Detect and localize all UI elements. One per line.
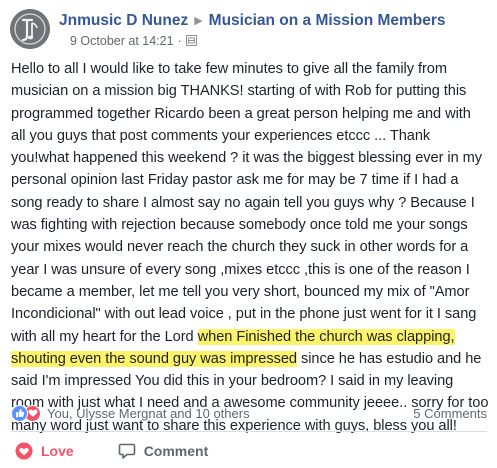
comment-button[interactable]: Comment	[118, 442, 209, 460]
comment-button-label: Comment	[143, 443, 209, 459]
like-icon	[11, 404, 28, 422]
avatar[interactable]	[10, 9, 50, 49]
comment-count[interactable]: 5 Comments	[413, 406, 487, 421]
post-body-text: Hello to all I would like to take few mi…	[11, 61, 483, 345]
jnmusic-logo-icon	[10, 9, 50, 49]
post-card: Jnmusic D Nunez ▶ Musician on a Mission Me…	[0, 0, 497, 468]
reactions-bar: You, Ulysse Mergnat and 10 others 5 Comm…	[11, 402, 487, 424]
author-line: Jnmusic D Nunez ▶ Musician on a Mission Me…	[59, 12, 446, 30]
caret-right-icon: ▶	[194, 15, 203, 27]
divider	[11, 431, 487, 432]
love-button[interactable]: Love	[15, 442, 74, 460]
post-meta: 9 October at 14:21 ·	[70, 34, 197, 48]
post-header: Jnmusic D Nunez ▶ Musician on a Mission Me…	[10, 9, 490, 53]
author-name[interactable]: Jnmusic D Nunez	[59, 12, 188, 29]
comment-bubble-icon	[118, 442, 136, 460]
love-button-label: Love	[41, 443, 74, 459]
reaction-names[interactable]: You, Ulysse Mergnat and 10 others	[47, 406, 250, 421]
reaction-icons[interactable]	[11, 404, 41, 422]
post-body: Hello to all I would like to take few mi…	[11, 58, 489, 437]
post-actions: Love Comment	[11, 438, 487, 464]
group-name[interactable]: Musician on a Mission Members	[209, 12, 446, 29]
post-timestamp[interactable]: 9 October at 14:21	[70, 34, 174, 48]
group-privacy-icon	[185, 35, 197, 46]
heart-icon	[15, 442, 33, 460]
meta-separator: ·	[177, 34, 182, 48]
